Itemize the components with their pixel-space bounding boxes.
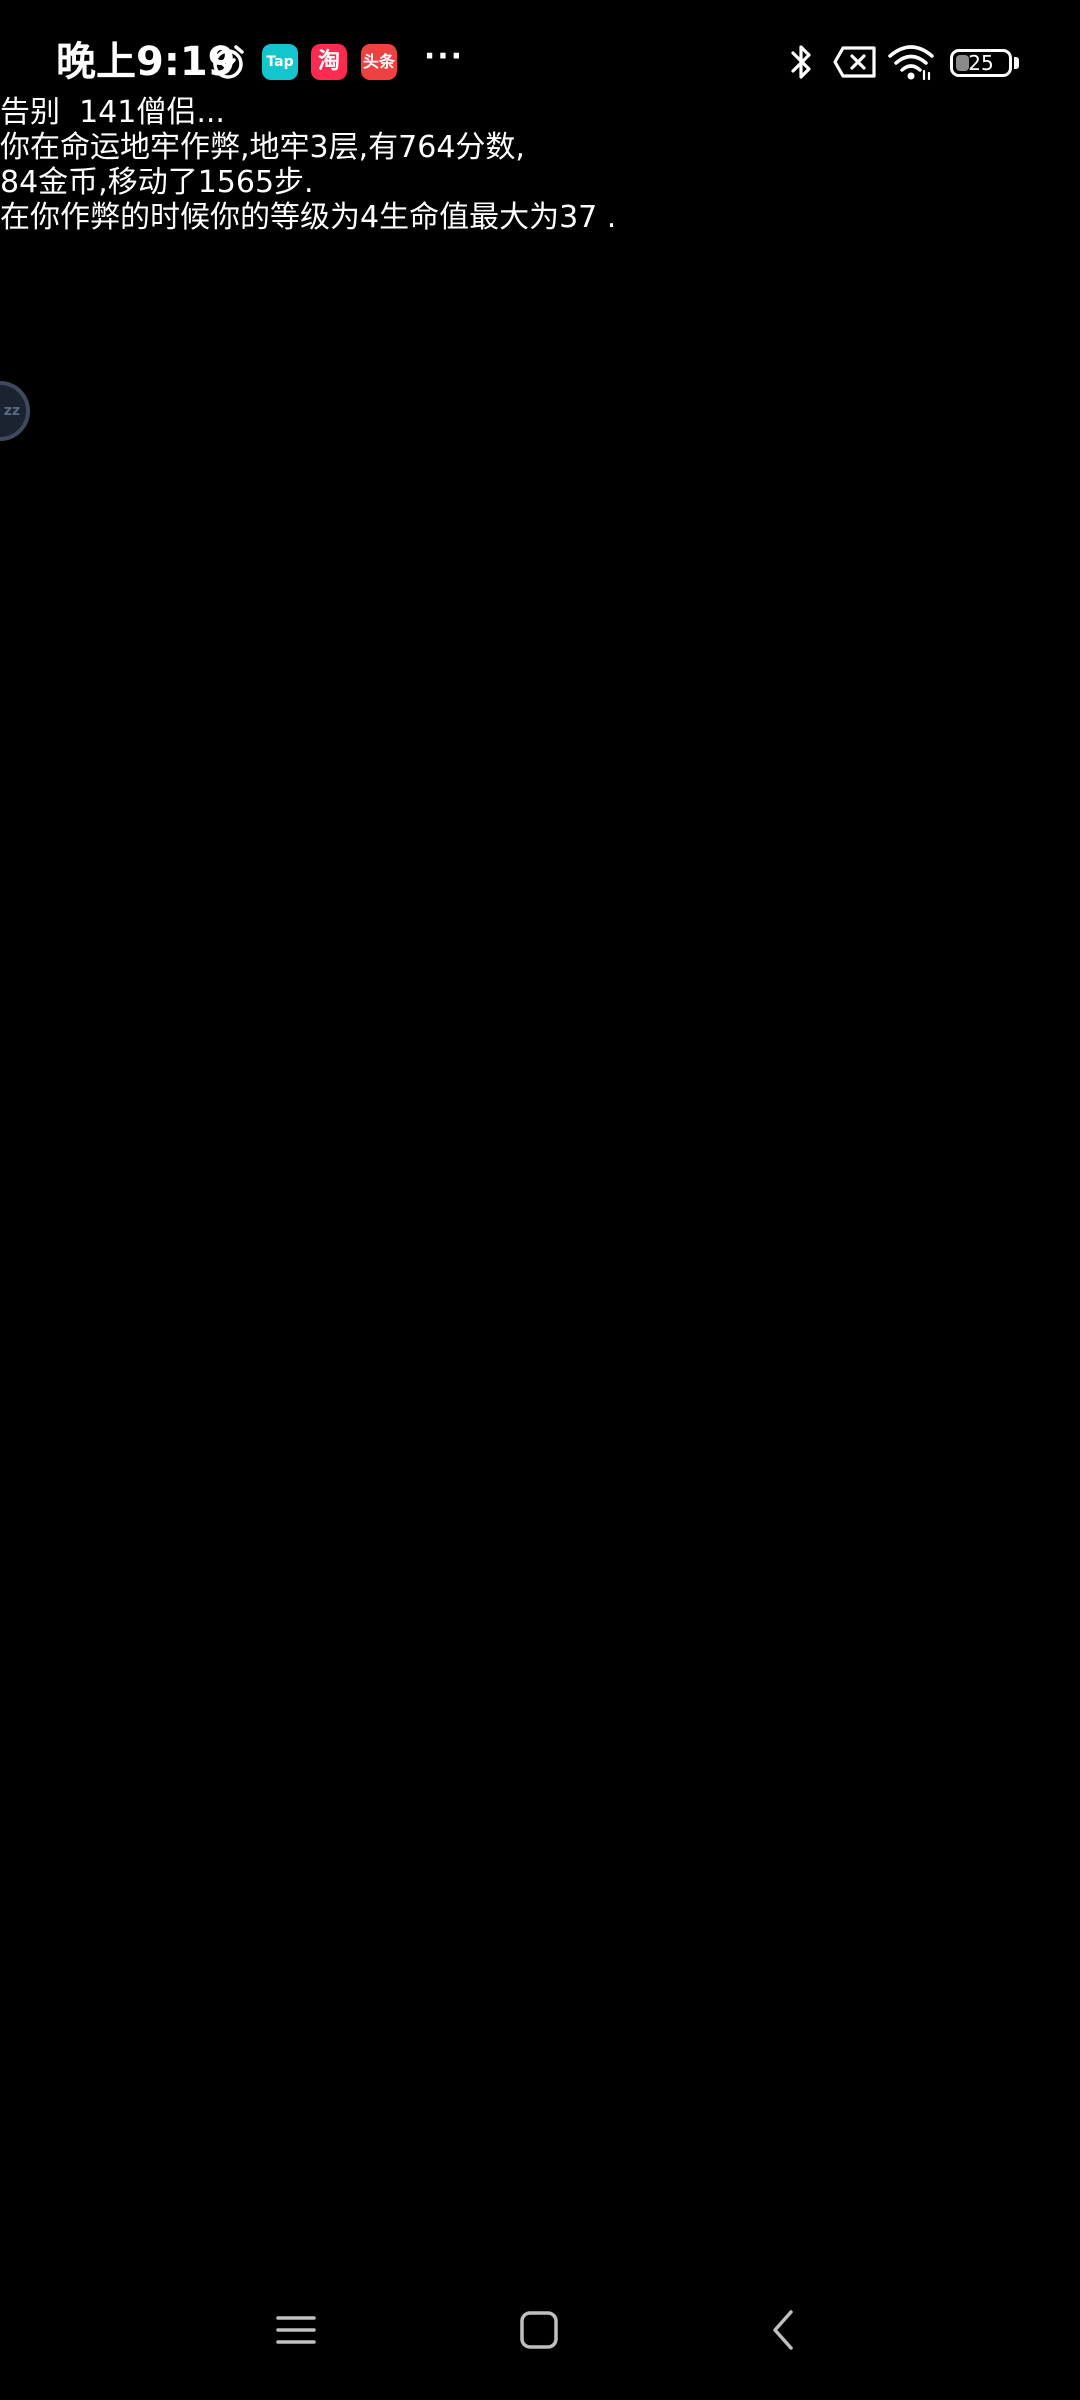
wifi-icon	[886, 42, 936, 82]
game-message-line: 告别 141僧侣...	[0, 95, 225, 130]
floating-bubble-label: zz	[3, 403, 20, 419]
back-button[interactable]	[744, 2290, 824, 2370]
taobao-app-icon: 淘	[311, 44, 347, 80]
battery-percentage: 25	[968, 51, 994, 75]
tap-app-icon: Tap	[262, 44, 298, 80]
home-icon	[520, 2311, 558, 2349]
battery-tip	[1014, 57, 1019, 69]
game-message-line: 在你作弊的时候你的等级为4生命值最大为37 .	[0, 200, 617, 235]
recent-apps-button[interactable]	[256, 2290, 336, 2370]
status-bar: 晚上9:19 Tap 淘 头条 ··· 25	[0, 0, 1080, 110]
game-message-line: 84金币,移动了1565步.	[0, 165, 314, 200]
floating-assistant-bubble[interactable]: zz	[0, 381, 30, 441]
no-sim-icon	[832, 42, 878, 82]
alarm-icon	[208, 42, 248, 82]
menu-icon	[276, 2316, 316, 2344]
game-message-line: 你在命运地牢作弊,地牢3层,有764分数,	[0, 130, 525, 165]
more-notifications-icon: ···	[423, 38, 465, 74]
bluetooth-icon	[786, 42, 816, 82]
navigation-bar	[0, 2290, 1080, 2370]
game-message-log: 告别 141僧侣... 你在命运地牢作弊,地牢3层,有764分数, 84金币,移…	[0, 95, 1080, 235]
home-button[interactable]	[499, 2290, 579, 2370]
battery-icon: 25	[950, 49, 1012, 77]
chevron-left-icon	[773, 2310, 793, 2350]
toutiao-app-icon: 头条	[361, 44, 397, 80]
